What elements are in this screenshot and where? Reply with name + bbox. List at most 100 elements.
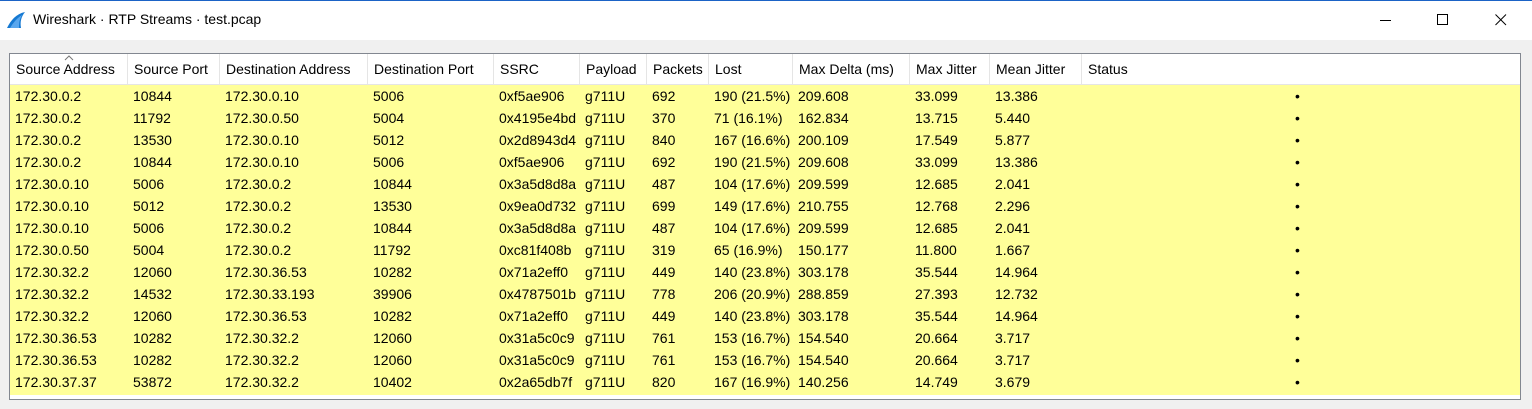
cell-destination-address: 172.30.32.2 bbox=[225, 352, 299, 368]
cell-source-address: 172.30.0.10 bbox=[15, 220, 89, 236]
header-col-ssrc[interactable]: SSRC bbox=[494, 54, 580, 84]
cell-payload: g711U bbox=[585, 330, 626, 346]
table-row[interactable]: 172.30.32.2 14532 172.30.33.193 39906 0x4787… bbox=[10, 283, 1520, 305]
cell-mean-jitter: 1.667 bbox=[995, 242, 1031, 258]
cell-source-port: 13530 bbox=[133, 132, 172, 148]
table-header: Source Address Source Port Destination Add… bbox=[10, 54, 1520, 85]
cell-source-address: 172.30.0.10 bbox=[15, 176, 89, 192]
cell-destination-port: 10844 bbox=[373, 176, 412, 192]
cell-destination-address: 172.30.33.193 bbox=[225, 286, 315, 302]
cell-destination-address: 172.30.36.53 bbox=[225, 308, 307, 324]
header-col-destination-port[interactable]: Destination Port bbox=[368, 54, 494, 84]
header-col-lost[interactable]: Lost bbox=[709, 54, 793, 84]
header-col-status[interactable]: Status bbox=[1082, 54, 1512, 84]
cell-lost: 206 (20.9%) bbox=[714, 286, 791, 302]
cell-payload: g711U bbox=[585, 220, 626, 236]
header-col-mean-jitter[interactable]: Mean Jitter bbox=[990, 54, 1082, 84]
header-col-destination-address[interactable]: Destination Address bbox=[220, 54, 368, 84]
header-col-packets[interactable]: Packets bbox=[647, 54, 709, 84]
cell-mean-jitter: 12.732 bbox=[995, 286, 1038, 302]
cell-source-port: 5012 bbox=[133, 198, 165, 214]
cell-lost: 140 (23.8%) bbox=[714, 264, 791, 280]
window-title: Wireshark · RTP Streams · test.pcap bbox=[33, 11, 262, 27]
cell-mean-jitter: 2.296 bbox=[995, 198, 1031, 214]
cell-destination-port: 11792 bbox=[373, 242, 411, 258]
table-row[interactable]: 172.30.32.2 12060 172.30.36.53 10282 0x71a2e… bbox=[10, 261, 1520, 283]
table-row[interactable]: 172.30.37.37 53872 172.30.32.2 10402 0x2a65d… bbox=[10, 371, 1520, 393]
table-row[interactable]: 172.30.0.10 5012 172.30.0.2 13530 0x9ea0d732… bbox=[10, 195, 1520, 217]
cell-source-port: 12060 bbox=[133, 308, 172, 324]
cell-source-port: 5006 bbox=[133, 176, 165, 192]
cell-payload: g711U bbox=[585, 264, 626, 280]
cell-destination-port: 12060 bbox=[373, 330, 412, 346]
table-row[interactable]: 172.30.0.2 13530 172.30.0.10 5012 0x2d8943d4… bbox=[10, 129, 1520, 151]
minimize-icon bbox=[1380, 20, 1391, 21]
cell-payload: g711U bbox=[585, 352, 626, 368]
cell-destination-port: 10282 bbox=[373, 308, 412, 324]
cell-status: • bbox=[1295, 154, 1300, 170]
close-icon bbox=[1495, 14, 1507, 26]
table-row[interactable]: 172.30.0.2 10844 172.30.0.10 5006 0xf5ae906 g… bbox=[10, 151, 1520, 173]
table-row[interactable]: 172.30.0.10 5006 172.30.0.2 10844 0x3a5d8d8a… bbox=[10, 217, 1520, 239]
rtp-streams-window: Wireshark · RTP Streams · test.pcap Sour… bbox=[0, 0, 1532, 409]
title-bar[interactable]: Wireshark · RTP Streams · test.pcap bbox=[0, 1, 1532, 40]
cell-status: • bbox=[1295, 264, 1300, 280]
close-button[interactable] bbox=[1478, 1, 1524, 39]
cell-destination-port: 12060 bbox=[373, 352, 412, 368]
cell-destination-port: 5006 bbox=[373, 88, 405, 104]
cell-packets: 820 bbox=[652, 374, 676, 390]
cell-packets: 840 bbox=[652, 132, 676, 148]
minimize-button[interactable] bbox=[1363, 1, 1409, 39]
table-row[interactable]: 172.30.0.2 10844 172.30.0.10 5006 0xf5ae906 g… bbox=[10, 85, 1520, 107]
table-row[interactable]: 172.30.0.50 5004 172.30.0.2 11792 0xc81f408b… bbox=[10, 239, 1520, 261]
cell-status: • bbox=[1295, 352, 1300, 368]
cell-status: • bbox=[1295, 176, 1300, 192]
table-row[interactable]: 172.30.32.2 12060 172.30.36.53 10282 0x71a2e… bbox=[10, 305, 1520, 327]
cell-packets: 487 bbox=[652, 220, 676, 236]
cell-source-address: 172.30.0.2 bbox=[15, 132, 82, 148]
table-row[interactable]: 172.30.0.10 5006 172.30.0.2 10844 0x3a5d8d8a… bbox=[10, 173, 1520, 195]
rtp-streams-table[interactable]: Source Address Source Port Destination Add… bbox=[9, 53, 1521, 400]
cell-max-delta: 209.599 bbox=[798, 220, 849, 236]
cell-max-delta: 288.859 bbox=[798, 286, 849, 302]
cell-max-jitter: 20.664 bbox=[915, 330, 958, 346]
cell-lost: 104 (17.6%) bbox=[714, 176, 791, 192]
cell-packets: 692 bbox=[652, 154, 676, 170]
table-row[interactable]: 172.30.36.53 10282 172.30.32.2 12060 0x31a5c… bbox=[10, 327, 1520, 349]
cell-source-address: 172.30.37.37 bbox=[15, 374, 97, 390]
cell-max-jitter: 35.544 bbox=[915, 264, 958, 280]
table-row[interactable]: 172.30.36.53 10282 172.30.32.2 12060 0x31a5c… bbox=[10, 349, 1520, 371]
maximize-button[interactable] bbox=[1420, 1, 1466, 39]
cell-max-delta: 150.177 bbox=[798, 242, 849, 258]
cell-lost: 167 (16.9%) bbox=[714, 374, 791, 390]
cell-max-delta: 303.178 bbox=[798, 308, 849, 324]
header-col-max-delta[interactable]: Max Delta (ms) bbox=[793, 54, 910, 84]
cell-source-port: 11792 bbox=[133, 110, 171, 126]
cell-ssrc: 0x2a65db7f bbox=[499, 374, 573, 390]
cell-payload: g711U bbox=[585, 374, 626, 390]
cell-source-address: 172.30.32.2 bbox=[15, 264, 89, 280]
table-row[interactable]: 172.30.0.2 11792 172.30.0.50 5004 0x4195e4bd… bbox=[10, 107, 1520, 129]
cell-packets: 370 bbox=[652, 110, 676, 126]
cell-payload: g711U bbox=[585, 110, 626, 126]
cell-source-address: 172.30.0.2 bbox=[15, 88, 82, 104]
cell-destination-port: 39906 bbox=[373, 286, 412, 302]
cell-destination-port: 5004 bbox=[373, 110, 405, 126]
cell-max-delta: 210.755 bbox=[798, 198, 849, 214]
header-col-max-jitter[interactable]: Max Jitter bbox=[910, 54, 990, 84]
cell-mean-jitter: 3.679 bbox=[995, 374, 1031, 390]
cell-destination-address: 172.30.0.2 bbox=[225, 176, 292, 192]
cell-max-jitter: 20.664 bbox=[915, 352, 958, 368]
header-col-source-address[interactable]: Source Address bbox=[10, 54, 128, 84]
cell-status: • bbox=[1295, 88, 1300, 104]
cell-source-port: 10282 bbox=[133, 352, 172, 368]
header-col-source-port[interactable]: Source Port bbox=[128, 54, 220, 84]
cell-max-jitter: 11.800 bbox=[915, 242, 957, 258]
cell-max-delta: 209.608 bbox=[798, 154, 849, 170]
cell-payload: g711U bbox=[585, 154, 626, 170]
cell-payload: g711U bbox=[585, 132, 626, 148]
header-col-payload[interactable]: Payload bbox=[580, 54, 647, 84]
cell-ssrc: 0x2d8943d4 bbox=[499, 132, 577, 148]
cell-destination-address: 172.30.0.2 bbox=[225, 198, 292, 214]
cell-ssrc: 0x31a5c0c9 bbox=[499, 330, 575, 346]
